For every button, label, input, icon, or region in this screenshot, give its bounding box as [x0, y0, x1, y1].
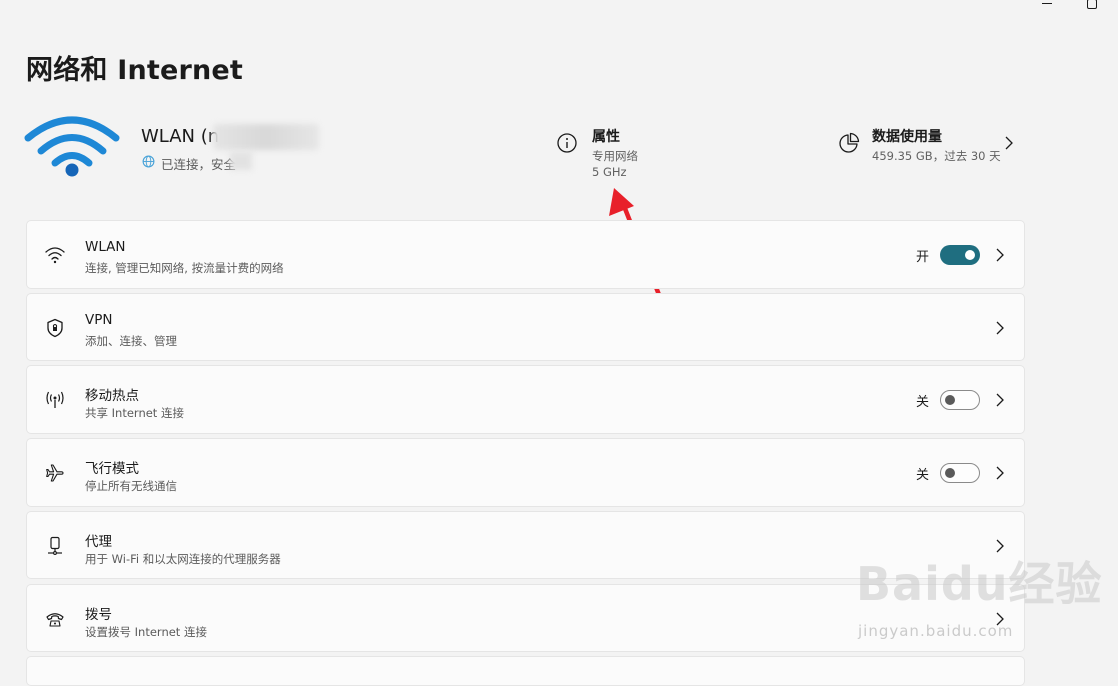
- wlan-title: WLAN: [85, 239, 126, 255]
- connection-status: 已连接，安全: [161, 157, 237, 172]
- airplane-mode-subtitle: 停止所有无线通信: [85, 479, 177, 493]
- airplane-icon: [46, 464, 64, 482]
- airplane-toggle-label: 关: [915, 468, 929, 483]
- airplane-mode-title: 飞行模式: [85, 461, 139, 477]
- wlan-toggle[interactable]: [940, 245, 980, 265]
- redacted-network-name: [213, 124, 319, 150]
- minimize-button[interactable]: [1024, 0, 1070, 12]
- globe-icon: [142, 155, 155, 168]
- properties-title: 属性: [592, 129, 620, 145]
- hotspot-icon: [46, 391, 64, 408]
- hotspot-toggle[interactable]: [940, 390, 980, 410]
- chevron-right-icon: [996, 393, 1004, 407]
- redacted-status: [230, 152, 252, 170]
- data-usage-title: 数据使用量: [872, 129, 942, 145]
- vpn-subtitle: 添加、连接、管理: [85, 334, 177, 348]
- wlan-subtitle: 连接, 管理已知网络, 按流量计费的网络: [85, 261, 284, 275]
- minimize-icon: [1042, 3, 1052, 4]
- proxy-subtitle: 用于 Wi-Fi 和以太网连接的代理服务器: [85, 552, 281, 566]
- network-band: 5 GHz: [592, 165, 627, 179]
- data-usage-link[interactable]: 数据使用量 459.35 GB，过去 30 天: [838, 124, 1028, 170]
- network-type: 专用网络: [592, 149, 638, 163]
- wifi-icon: [45, 247, 65, 264]
- vpn-title: VPN: [85, 312, 113, 328]
- page-title: 网络和 Internet: [26, 55, 244, 86]
- toggle-knob: [945, 395, 955, 405]
- toggle-knob: [945, 468, 955, 478]
- hotspot-title: 移动热点: [85, 388, 139, 404]
- dialup-icon: [46, 613, 64, 627]
- hotspot-row[interactable]: 移动热点 共享 Internet 连接 关: [26, 365, 1025, 434]
- watermark-url: jingyan.baidu.com: [858, 622, 1014, 640]
- maximize-button[interactable]: [1069, 0, 1115, 12]
- wlan-row[interactable]: WLAN 连接, 管理已知网络, 按流量计费的网络 开: [26, 220, 1025, 289]
- proxy-icon: [48, 536, 62, 555]
- chevron-right-icon: [996, 466, 1004, 480]
- shield-icon: [47, 318, 63, 338]
- wifi-large-icon: [24, 116, 120, 177]
- watermark-logo: Baidu经验: [856, 557, 1103, 611]
- hotspot-toggle-label: 关: [915, 395, 929, 410]
- hotspot-subtitle: 共享 Internet 连接: [85, 406, 184, 420]
- airplane-mode-toggle[interactable]: [940, 463, 980, 483]
- dialup-title: 拨号: [85, 607, 112, 623]
- info-icon: [557, 133, 577, 153]
- airplane-mode-row[interactable]: 飞行模式 停止所有无线通信 关: [26, 438, 1025, 507]
- vpn-row[interactable]: VPN 添加、连接、管理: [26, 293, 1025, 361]
- pie-chart-icon: [839, 132, 860, 153]
- chevron-right-icon: [996, 248, 1004, 262]
- wlan-toggle-label: 开: [915, 250, 929, 265]
- maximize-icon: [1087, 0, 1097, 9]
- chevron-right-icon: [996, 321, 1004, 335]
- dialup-subtitle: 设置拨号 Internet 连接: [85, 625, 207, 639]
- next-settings-row[interactable]: [26, 656, 1025, 686]
- toggle-knob: [965, 250, 975, 260]
- data-usage-summary: 459.35 GB，过去 30 天: [872, 149, 1001, 163]
- chevron-right-icon: [1005, 136, 1013, 150]
- proxy-title: 代理: [85, 534, 112, 550]
- network-name: WLAN (n: [141, 126, 220, 147]
